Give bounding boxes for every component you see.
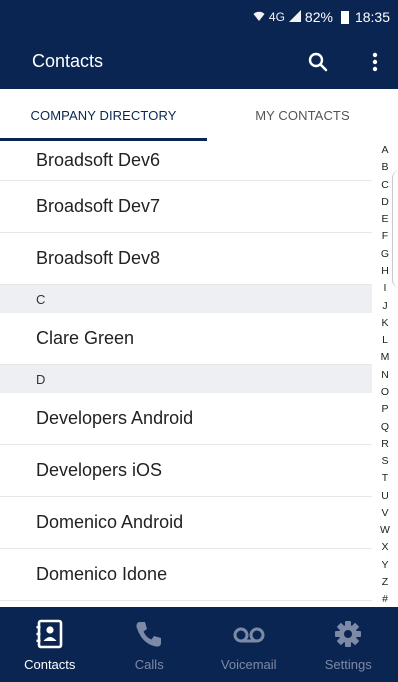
contact-row[interactable]: Broadsoft Dev8 (0, 233, 372, 285)
contact-list[interactable]: Broadsoft Dev6 Broadsoft Dev7 Broadsoft … (0, 141, 372, 607)
index-letter[interactable]: S (381, 456, 388, 467)
wifi-icon (253, 10, 265, 25)
overflow-menu-button[interactable] (360, 47, 390, 77)
nav-settings[interactable]: Settings (299, 607, 398, 682)
index-letter[interactable]: # (382, 594, 388, 605)
signal-icon (288, 9, 301, 25)
index-letter[interactable]: W (380, 525, 390, 536)
index-letter[interactable]: X (381, 542, 388, 553)
index-letter[interactable]: Q (381, 421, 389, 433)
app-bar: Contacts (0, 34, 398, 89)
clock: 18:35 (354, 9, 390, 25)
contact-row[interactable]: Domenico Android (0, 497, 372, 549)
nav-label: Settings (324, 657, 372, 672)
section-header: C (0, 285, 372, 313)
index-letter[interactable]: P (381, 404, 388, 415)
section-header: D (0, 365, 372, 393)
index-letter[interactable]: L (382, 335, 388, 346)
nav-label: Contacts (24, 657, 76, 672)
contacts-book-icon (36, 619, 63, 649)
index-letter[interactable]: E (381, 214, 388, 225)
nav-label: Calls (134, 657, 164, 672)
index-letter[interactable]: U (381, 491, 389, 502)
battery-percent: 82% (304, 9, 333, 25)
tab-bar: COMPANY DIRECTORY MY CONTACTS (0, 89, 398, 141)
index-letter[interactable]: C (381, 180, 389, 191)
contact-row[interactable]: Clare Green (0, 313, 372, 365)
tab-my-contacts[interactable]: MY CONTACTS (207, 89, 398, 141)
index-letter[interactable]: A (381, 145, 388, 156)
index-letter[interactable]: O (381, 387, 389, 398)
gear-icon (335, 621, 362, 647)
index-letter[interactable]: M (381, 352, 390, 363)
scroll-handle[interactable] (392, 170, 398, 288)
nav-voicemail[interactable]: Voicemail (199, 607, 299, 682)
index-letter[interactable]: H (381, 266, 389, 277)
more-vertical-icon (372, 52, 378, 72)
index-letter[interactable]: Z (382, 577, 388, 588)
index-letter[interactable]: V (381, 508, 388, 519)
contact-row[interactable]: Developers Android (0, 393, 372, 445)
contact-row[interactable]: Broadsoft Dev6 (0, 141, 372, 181)
index-letter[interactable]: I (384, 283, 387, 294)
index-letter[interactable]: G (381, 249, 389, 260)
contact-row[interactable]: Broadsoft Dev7 (0, 181, 372, 233)
nav-label: Voicemail (220, 657, 277, 672)
bottom-nav: Contacts Calls Voicemail Settings (0, 607, 398, 682)
index-letter[interactable]: F (382, 231, 388, 242)
index-letter[interactable]: Y (381, 560, 388, 571)
index-letter[interactable]: T (382, 473, 388, 484)
contact-row[interactable]: Domenico Idone (0, 549, 372, 601)
nav-contacts[interactable]: Contacts (0, 607, 100, 682)
index-letter[interactable]: J (382, 301, 387, 312)
nav-calls[interactable]: Calls (100, 607, 200, 682)
network-type: 4G (268, 10, 285, 24)
index-letter[interactable]: K (381, 318, 388, 329)
index-letter[interactable]: D (381, 197, 389, 208)
index-letter[interactable]: N (381, 370, 389, 381)
voicemail-icon (233, 627, 265, 643)
search-icon (308, 52, 328, 72)
contact-row[interactable]: Developers iOS (0, 445, 372, 497)
index-letter[interactable]: B (381, 162, 388, 173)
status-bar: 4G 82% 18:35 (0, 0, 398, 34)
tab-company-directory[interactable]: COMPANY DIRECTORY (0, 89, 207, 141)
index-letter[interactable]: R (381, 439, 389, 450)
battery-icon (340, 10, 349, 24)
phone-icon (136, 622, 162, 647)
search-button[interactable] (303, 47, 333, 77)
page-title: Contacts (32, 51, 104, 71)
